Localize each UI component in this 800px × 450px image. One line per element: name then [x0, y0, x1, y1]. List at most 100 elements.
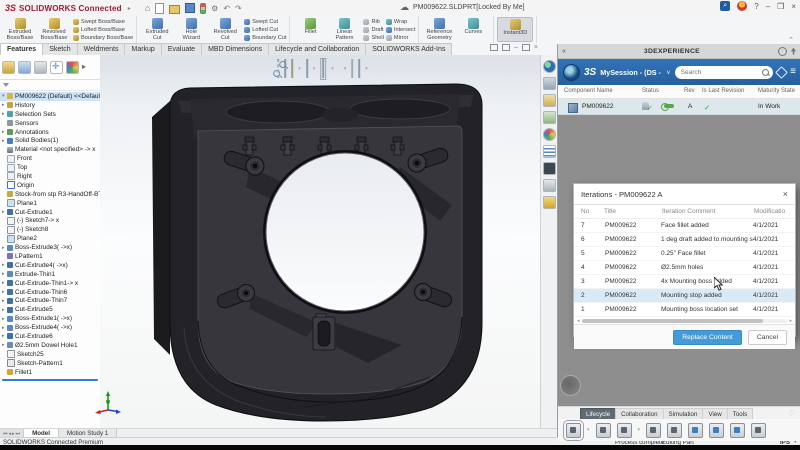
database-state-button[interactable]	[596, 423, 611, 438]
close-icon[interactable]: ×	[791, 2, 796, 11]
wrap-button[interactable]: Wrap	[386, 18, 415, 25]
revolved-cut-button[interactable]: Revolved Cut	[208, 17, 242, 42]
panel-pin-icon[interactable]	[791, 48, 796, 55]
dialog-horizontal-scrollbar[interactable]: ◂ ▸	[574, 317, 795, 324]
sync-button[interactable]	[646, 423, 661, 438]
design-library-tab-icon[interactable]	[543, 77, 556, 90]
feature-tree-item[interactable]: ▸Extrude-Thin1	[0, 270, 100, 279]
panel-collapse-chevron-icon[interactable]: ⌃	[788, 36, 794, 44]
ribbon-tab-mbd-dimensions[interactable]: MBD Dimensions	[201, 43, 269, 55]
feature-tree-item[interactable]: ▸Cut-Extrude-Thin1-> x	[0, 279, 100, 288]
history-database-button[interactable]	[751, 423, 766, 438]
boundary-cut-button[interactable]: Boundary Cut	[244, 34, 286, 41]
scrollbar-thumb[interactable]	[582, 319, 763, 323]
feature-tree-item[interactable]: Plane2	[0, 234, 100, 243]
merge-button[interactable]	[730, 423, 745, 438]
app-menu-caret-icon[interactable]: ▸	[128, 5, 131, 12]
dialog-close-icon[interactable]: ×	[783, 189, 788, 199]
iteration-row[interactable]: 7PM009622Face fillet added4/1/2021	[574, 219, 795, 233]
feature-tree-item[interactable]: Origin	[0, 181, 100, 190]
shell-button[interactable]: Shell	[363, 34, 383, 41]
ribbon-tab-evaluate[interactable]: Evaluate	[161, 43, 202, 55]
lofted-boss-button[interactable]: Lofted Boss/Base	[73, 26, 133, 33]
panel-tab-view[interactable]: View	[702, 408, 727, 419]
column-header-component-name[interactable]: Component Name	[564, 88, 613, 94]
column-header-rev[interactable]: Rev	[684, 88, 695, 94]
component-table-row[interactable]: PM009622 ✓ A ✓ In Work	[558, 99, 800, 115]
3dexperience-tab-icon[interactable]	[543, 60, 556, 73]
curves-button[interactable]: Curves	[456, 17, 490, 42]
column-header-maturity-state[interactable]: Maturity State	[758, 88, 795, 94]
minimize-icon[interactable]: –	[766, 2, 770, 11]
iteration-row[interactable]: 4PM009622Ø2.5mm holes4/1/2021	[574, 261, 795, 275]
draft-button[interactable]: Draft	[363, 26, 383, 33]
column-header-status[interactable]: Status	[642, 88, 659, 94]
feature-tree-item[interactable]: Stock-from stp R3-HandOff-BTCo	[0, 190, 100, 199]
custom-properties-tab-icon[interactable]	[543, 145, 556, 158]
iteration-row[interactable]: 2PM009622Mounting stop added4/1/2021	[574, 289, 795, 303]
panel-tab-lifecycle[interactable]: Lifecycle	[580, 408, 616, 419]
feature-tree-item[interactable]: Sketch-Pattern1	[0, 359, 100, 368]
search-app-icon[interactable]: ⌕	[720, 1, 730, 11]
panel-tab-collaboration[interactable]: Collaboration	[615, 408, 663, 419]
panel-tab-simulation[interactable]: Simulation	[663, 408, 704, 419]
ribbon-tab-weldments[interactable]: Weldments	[77, 43, 126, 55]
reference-geometry-button[interactable]: Reference Geometry	[422, 17, 456, 42]
graphics-viewport[interactable]: ▾▾▾▾▾	[100, 55, 540, 428]
propertymanager-tab-icon[interactable]	[18, 61, 31, 74]
replace-content-button[interactable]: Replace Content	[673, 330, 742, 345]
mirror-button[interactable]: Mirror	[386, 34, 415, 41]
new-document-icon[interactable]	[155, 3, 164, 14]
hole-wizard-button[interactable]: Hole Wizard	[174, 17, 208, 42]
model-3d[interactable]	[100, 55, 540, 428]
options-icon[interactable]: ⚙	[211, 4, 218, 13]
feature-tree-item[interactable]: ▸Boss-Extrude4( ->x)	[0, 323, 100, 332]
intersect-button[interactable]: Intersect	[386, 26, 415, 33]
rollback-bar[interactable]	[2, 379, 98, 381]
feature-tree-item[interactable]: ▸Boss-Extrude1( ->x)	[0, 314, 100, 323]
tag-icon[interactable]	[775, 66, 788, 79]
filter-icon[interactable]	[3, 83, 9, 87]
branch-button[interactable]	[709, 423, 724, 438]
feature-tree-item[interactable]: ▸Cut-Extrude4( ->x)	[0, 261, 100, 270]
menu-icon[interactable]: ≡	[790, 67, 796, 77]
session-label[interactable]: MySession - (DS - DSQ...	[600, 68, 662, 77]
feature-tree-item[interactable]: ▸Solid Bodies(1)	[0, 136, 100, 145]
linear-pattern-button[interactable]: Linear Pattern	[327, 17, 361, 42]
feature-tree-item[interactable]: Material <not specified> -> x	[0, 145, 100, 154]
expand-tab-icon[interactable]: ▸	[82, 62, 86, 73]
help-icon[interactable]: ?	[754, 2, 758, 11]
document-tile-icon[interactable]	[522, 44, 530, 51]
feature-tree-item[interactable]: ▸Cut-Extrude6	[0, 332, 100, 341]
structure-tree-button[interactable]	[667, 423, 682, 438]
scroll-left-icon[interactable]: ◂	[577, 318, 580, 324]
cancel-button[interactable]: Cancel	[748, 330, 787, 345]
dialog-column-no[interactable]: No	[581, 208, 589, 215]
configurationmanager-tab-icon[interactable]	[34, 61, 47, 74]
search-input[interactable]	[679, 68, 763, 77]
lifecycle-actions-button[interactable]	[566, 423, 581, 438]
ribbon-tab-markup[interactable]: Markup	[124, 43, 161, 55]
screen-capture-tab-icon[interactable]	[543, 162, 556, 175]
insert-state-button[interactable]	[688, 423, 703, 438]
fillet-button[interactable]: Fillet	[293, 17, 327, 42]
share-button[interactable]	[617, 423, 632, 438]
save-icon[interactable]	[185, 3, 195, 13]
feature-tree-item[interactable]: Right	[0, 172, 100, 181]
feature-tree-item[interactable]: ▸History	[0, 101, 100, 110]
feature-tree-item[interactable]: (-) Sketch7-> x	[0, 216, 100, 225]
dialog-column-modificatio[interactable]: Modificatio	[754, 208, 785, 215]
feature-tree-root[interactable]: ▾PM009622 (Default) <<Default>_Photo	[0, 92, 100, 101]
restore-icon[interactable]: ❒	[777, 2, 784, 11]
lifecycle-status-icon[interactable]	[200, 3, 206, 14]
appearances-scenes-tab-icon[interactable]	[543, 128, 556, 141]
feature-tree-item[interactable]: ▸Cut-Extrude-Thin6	[0, 288, 100, 297]
feature-tree-item[interactable]: Fillet1	[0, 368, 100, 377]
search-box[interactable]	[675, 66, 774, 79]
feature-tree-item[interactable]: (-) Sketch8	[0, 225, 100, 234]
swept-cut-button[interactable]: Swept Cut	[244, 18, 286, 25]
feature-tree-item[interactable]: ▸Annotations	[0, 128, 100, 137]
panel-options-icon[interactable]	[778, 47, 787, 56]
session-dropdown-caret-icon[interactable]: ∨	[666, 69, 670, 76]
iteration-row[interactable]: 1PM009622Mounting boss location set4/1/2…	[574, 303, 795, 317]
